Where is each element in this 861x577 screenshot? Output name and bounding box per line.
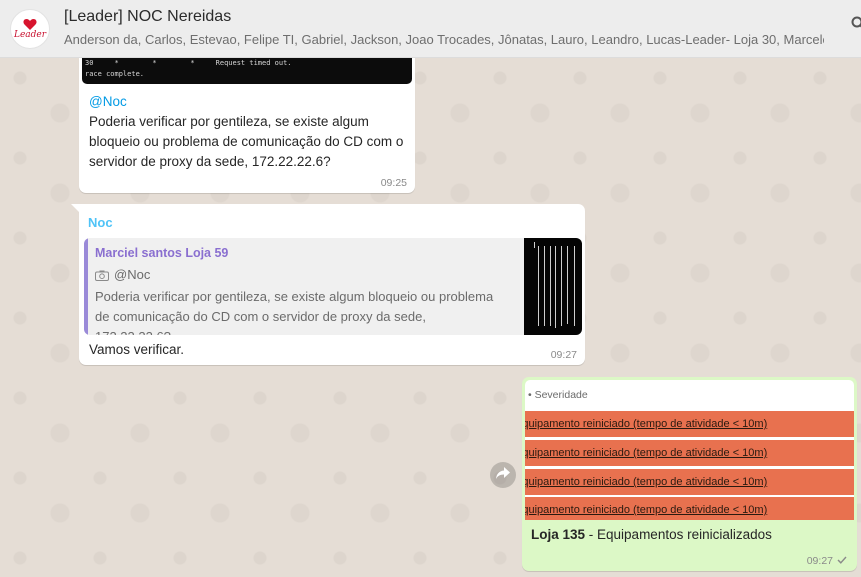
search-icon[interactable] (851, 16, 861, 32)
message-meta: 09:27 (807, 555, 847, 567)
participants-list: Anderson da, Carlos, Estevao, Felipe TI,… (64, 32, 824, 47)
chat-title: [Leader] NOC Nereidas (64, 8, 232, 25)
terminal-line: 30 * * * Request timed out. (85, 59, 292, 67)
severity-header: • Severidade (528, 389, 588, 401)
quote-author: Marciel santos Loja 59 (95, 246, 229, 260)
forward-button[interactable] (490, 462, 516, 488)
alert-row: Equipamento reiniciado (tempo de ativida… (525, 469, 854, 495)
message-time: 09:27 (806, 555, 833, 567)
image-attachment[interactable]: • Severidade Equipamento reiniciado (tem… (525, 380, 854, 520)
group-avatar[interactable]: Leader (10, 8, 50, 49)
alert-row: Equipamento reiniciado (tempo de ativida… (525, 440, 854, 466)
message-bubble-incoming[interactable]: Noc Marciel santos Loja 59 @Noc Poderia … (71, 204, 585, 365)
heart-logo-icon (23, 18, 37, 31)
chat-header[interactable]: Leader [Leader] NOC Nereidas Anderson da… (0, 0, 861, 58)
caption-store: Loja 135 (531, 527, 586, 542)
terminal-line: race complete. (85, 70, 145, 78)
image-caption: Loja 135 - Equipamentos reinicializados (531, 527, 772, 542)
message-bubble-incoming[interactable]: 30 * * * Request timed out. race complet… (79, 58, 415, 193)
quoted-message[interactable]: Marciel santos Loja 59 @Noc Poderia veri… (84, 238, 582, 335)
sent-check-icon (837, 555, 847, 567)
avatar-brand: Leader (13, 29, 47, 40)
message-time: 09:25 (380, 177, 407, 189)
quote-bar (84, 238, 88, 335)
quote-text: Poderia verificar por gentileza, se exis… (95, 289, 494, 335)
alert-row: Equipamento reiniciado (tempo de ativida… (525, 411, 854, 437)
message-text: Vamos verificar. (89, 342, 185, 357)
camera-icon (95, 269, 109, 281)
alert-row: Equipamento reiniciado (tempo de ativida… (525, 497, 854, 520)
caption-text: - Equipamentos reinicializados (585, 527, 772, 542)
message-text: Poderia verificar por gentileza, se exis… (89, 114, 404, 169)
header-text[interactable]: [Leader] NOC Nereidas Anderson da, Carlo… (64, 7, 824, 50)
bubble-tail (71, 204, 79, 212)
mention-link[interactable]: @Noc (89, 92, 407, 112)
message-time: 09:27 (550, 349, 577, 361)
terminal-screenshot[interactable]: 30 * * * Request timed out. race complet… (82, 58, 412, 84)
quote-thumbnail (524, 238, 582, 335)
quote-mention: @Noc (114, 267, 151, 282)
sender-name[interactable]: Noc (88, 215, 113, 230)
message-bubble-outgoing[interactable]: • Severidade Equipamento reiniciado (tem… (522, 377, 857, 571)
forward-icon (496, 466, 510, 484)
